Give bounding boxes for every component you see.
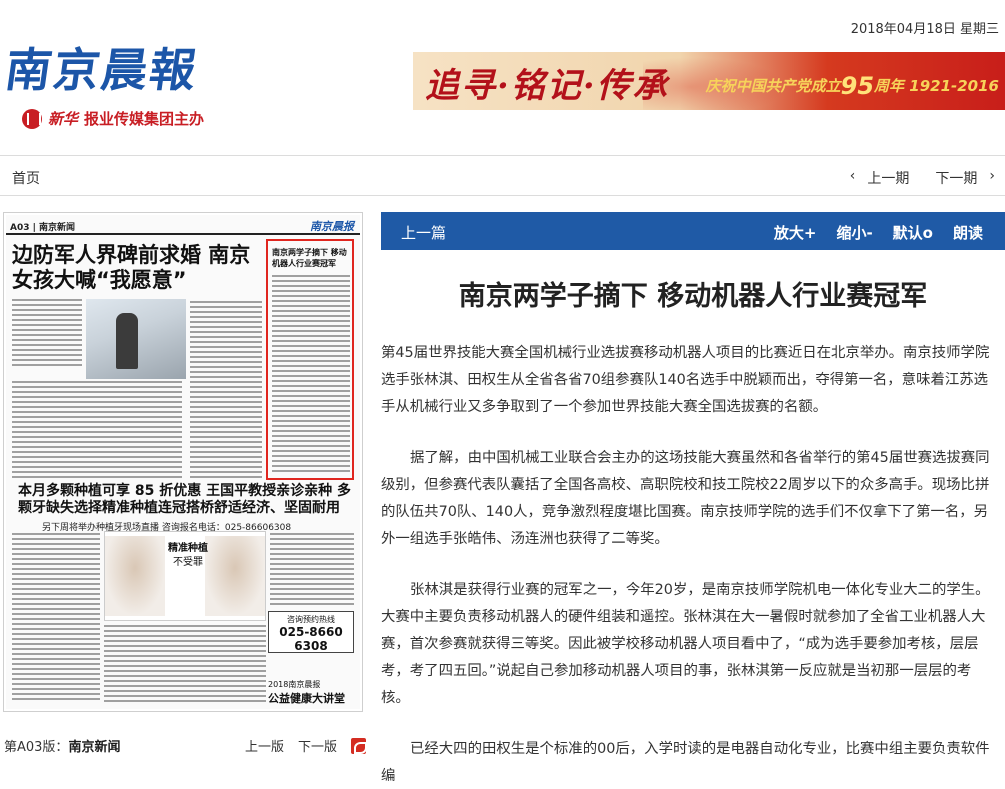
ad-face-right: [205, 536, 265, 616]
issue-date: 2018年04月18日 星期三: [850, 22, 999, 37]
article-toolbar: 上一篇 放大+ 缩小- 默认o 朗读: [381, 212, 1005, 250]
xinhua-logo-icon: [22, 108, 42, 129]
article-paragraph: 已经大四的田权生是个标准的00后，入学时读的是电器自动化专业，比赛中组主要负责软…: [381, 741, 990, 784]
page-label: 第A03版：南京新闻: [4, 736, 120, 755]
next-issue-link[interactable]: 下一期 ›: [935, 168, 995, 188]
publisher-line: 新华 报业传媒集团主办: [22, 108, 204, 129]
chevron-right-icon: ›: [989, 168, 995, 184]
banner-calligraphy: 追寻·铭记·传承: [425, 66, 669, 106]
text-column: [270, 533, 354, 607]
text-column: [190, 301, 262, 481]
next-page-link[interactable]: 下一版: [298, 736, 337, 755]
text-column: [104, 625, 266, 703]
article-paragraph: 第45届世界技能大赛全国机械行业选拔赛移动机器人项目的比赛近日在北京举办。南京技…: [381, 345, 990, 415]
anniversary-banner: 追寻·铭记·传承 庆祝中国共产党成立95周年 1921-2016: [413, 52, 1005, 110]
ad-slogan-line1: 精准种植: [168, 543, 208, 554]
reading-tools: 放大+ 缩小- 默认o 朗读: [774, 222, 983, 243]
proposal-photo: [86, 299, 186, 379]
zoom-in-button[interactable]: 放大+: [774, 222, 817, 243]
next-issue-label: 下一期: [935, 171, 978, 187]
publisher-text: 报业传媒集团主办: [84, 110, 205, 128]
prev-article-link[interactable]: 上一篇: [401, 222, 446, 243]
hotline-label: 咨询预约热线: [287, 615, 335, 624]
ad-slogan: 精准种植 不受罪: [163, 542, 213, 570]
home-link[interactable]: 首页: [12, 168, 40, 188]
page-navigation: 上一版 下一版: [245, 736, 368, 755]
article-paragraph: 张林淇是获得行业赛的冠军之一，今年20岁，是南京技师学院机电一体化专业大二的学生…: [381, 582, 990, 706]
hotline-box: 咨询预约热线 025-8660 6308: [268, 611, 354, 653]
ad-slogan-line2: 不受罪: [173, 557, 203, 568]
page-section-link[interactable]: 南京新闻: [68, 740, 120, 755]
banner-slogan: 庆祝中国共产党成立95周年 1921-2016: [706, 72, 999, 100]
hotline-number: 025-8660 6308: [279, 625, 343, 653]
newspaper-logo[interactable]: 南京晨報: [1, 34, 202, 100]
banner-slogan-prefix: 庆祝中国共产党成立: [705, 77, 841, 95]
text-column: [12, 381, 182, 481]
zoom-out-button[interactable]: 缩小-: [836, 222, 872, 243]
issue-navigation: ‹ 上一期 下一期 ›: [850, 168, 995, 188]
text-column: [272, 275, 350, 473]
page-thumb-ad-headline: 本月多颗种植可享 85 折优惠 王国平教授亲诊亲种 多颗牙缺失选择精准种植连冠搭…: [18, 483, 351, 516]
read-aloud-button[interactable]: 朗读: [953, 222, 983, 243]
page-label-prefix: 第A03版：: [4, 740, 69, 755]
highlighted-article-box[interactable]: 南京两学子摘下 移动机器人行业赛冠军: [266, 239, 354, 480]
newspaper-page-thumbnail[interactable]: A03 | 南京新闻 南京晨报 边防军人界碑前求婚 南京女孩大喊“我愿意” 南京…: [3, 212, 363, 712]
sponsor-logo: 2018南京晨报 公益健康大讲堂: [268, 679, 354, 705]
text-column: [12, 299, 82, 369]
text-column: [12, 533, 100, 703]
prev-issue-label: 上一期: [867, 171, 910, 187]
highlighted-article-title: 南京两学子摘下 移动机器人行业赛冠军: [272, 248, 347, 268]
dental-ad-image: 精准种植 不受罪: [104, 531, 266, 621]
page-thumb-code: A03 | 南京新闻: [10, 223, 76, 233]
page-thumb-masthead: 南京晨报: [310, 220, 354, 233]
article-body: 第45届世界技能大赛全国机械行业选拔赛移动机器人项目的比赛近日在北京举办。南京技…: [381, 340, 993, 789]
prev-page-link[interactable]: 上一版: [245, 736, 284, 755]
page-image: A03 | 南京新闻 南京晨报 边防军人界碑前求婚 南京女孩大喊“我愿意” 南京…: [6, 215, 360, 709]
nav-divider-bottom: [0, 195, 1005, 196]
publisher-brand: 新华: [48, 110, 79, 128]
article-title: 南京两学子摘下 移动机器人行业赛冠军: [458, 281, 928, 312]
prev-issue-link[interactable]: ‹ 上一期: [850, 168, 910, 188]
ad-face-left: [105, 536, 165, 616]
article-paragraph: 据了解，由中国机械工业联合会主办的这场技能大赛虽然和各省举行的第45届世赛选拔赛…: [381, 450, 990, 547]
chevron-left-icon: ‹: [849, 168, 856, 184]
pdf-download-icon[interactable]: [351, 737, 368, 754]
page-thumb-header: A03 | 南京新闻 南京晨报: [6, 215, 360, 235]
banner-slogan-number: 95: [840, 72, 875, 100]
default-size-button[interactable]: 默认o: [893, 222, 933, 243]
sponsor-small: 2018南京晨报: [268, 680, 321, 689]
sponsor-name: 公益健康大讲堂: [268, 692, 345, 705]
banner-slogan-suffix: 周年 1921-2016: [874, 77, 999, 95]
page-thumb-headline[interactable]: 边防军人界碑前求婚 南京女孩大喊“我愿意”: [12, 243, 262, 293]
nav-divider-top: [0, 155, 1005, 156]
